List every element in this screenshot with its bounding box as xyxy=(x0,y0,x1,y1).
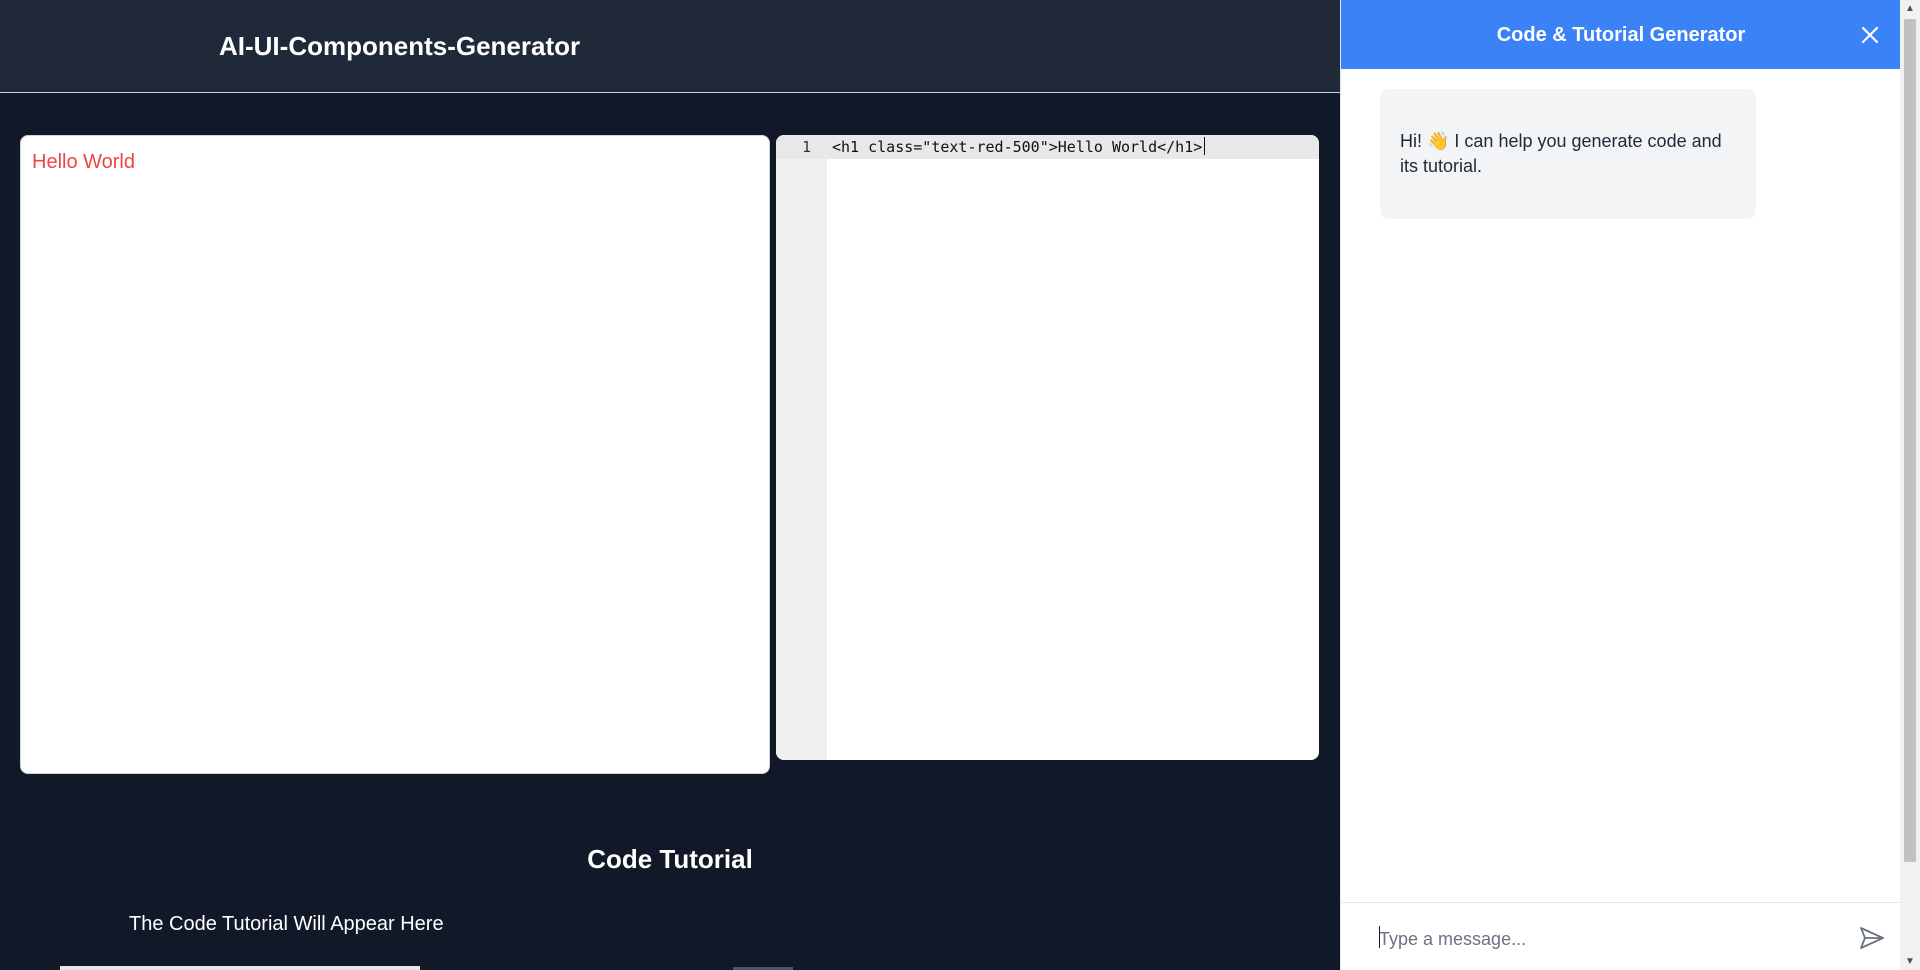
scroll-thumb[interactable] xyxy=(1904,19,1916,862)
top-bar: AI-UI-Components-Generator xyxy=(0,0,1340,93)
line-number: 1 xyxy=(801,138,811,156)
send-button[interactable] xyxy=(1857,923,1887,953)
bottom-strip xyxy=(60,966,420,970)
chat-panel: Code & Tutorial Generator Hi! 👋 I can he… xyxy=(1340,0,1901,970)
code-line[interactable]: <h1 class="text-red-500">Hello World</h1… xyxy=(832,135,1206,159)
close-icon xyxy=(1861,26,1879,44)
page-scrollbar[interactable]: ▲ ▼ xyxy=(1900,0,1920,970)
bot-message-bubble: Hi! 👋 I can help you generate code and i… xyxy=(1380,89,1756,219)
chat-header: Code & Tutorial Generator xyxy=(1341,0,1901,69)
message-input[interactable] xyxy=(1379,923,1839,955)
scroll-down-arrow-icon[interactable]: ▼ xyxy=(1900,953,1920,970)
chat-input-bar xyxy=(1341,902,1901,970)
send-icon xyxy=(1860,927,1884,949)
app-title: AI-UI-Components-Generator xyxy=(219,31,581,61)
preview-panel: Hello World xyxy=(20,135,770,774)
input-caret xyxy=(1379,926,1380,948)
scroll-up-arrow-icon[interactable]: ▲ xyxy=(1900,0,1920,17)
close-chat-button[interactable] xyxy=(1855,20,1885,50)
bot-message-text: Hi! 👋 I can help you generate code and i… xyxy=(1400,131,1722,176)
chat-title: Code & Tutorial Generator xyxy=(1496,24,1746,46)
app: AI-UI-Components-Generator Hello World 1… xyxy=(0,0,1920,970)
line-gutter xyxy=(776,135,827,760)
tutorial-title: Code Tutorial xyxy=(587,844,753,874)
code-editor[interactable]: 1 <h1 class="text-red-500">Hello World</… xyxy=(776,135,1319,760)
code-text[interactable]: <h1 class="text-red-500">Hello World</h1… xyxy=(832,138,1202,156)
text-cursor xyxy=(1204,137,1206,155)
tutorial-body: The Code Tutorial Will Appear Here xyxy=(129,913,444,935)
main-area: AI-UI-Components-Generator Hello World 1… xyxy=(0,0,1340,970)
preview-heading: Hello World xyxy=(32,151,135,173)
